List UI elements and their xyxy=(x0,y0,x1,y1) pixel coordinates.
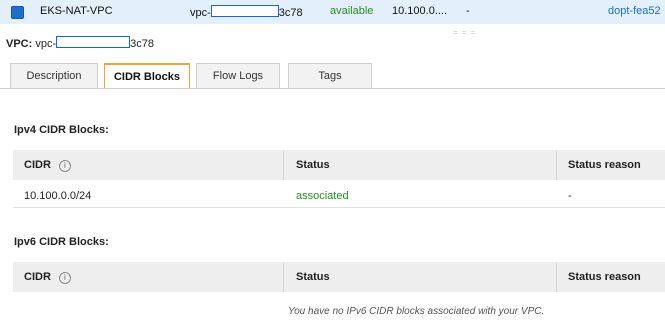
detail-vpc-label: VPC: xyxy=(6,38,33,50)
vpc-id-prefix: vpc- xyxy=(190,7,211,19)
ipv6-col-status: Status xyxy=(296,271,330,283)
row-select-checkbox[interactable] xyxy=(11,6,24,19)
tab-tags[interactable]: Tags xyxy=(288,63,372,88)
vpc-ipv4-cidr: 10.100.0.... xyxy=(392,5,448,17)
ipv4-table-header: CIDR i Status Status reason xyxy=(13,150,665,180)
info-icon[interactable]: i xyxy=(58,272,71,284)
ipv4-col-cidr: CIDR i xyxy=(24,159,71,172)
vpc-id: vpc- 3c78 xyxy=(190,5,303,19)
detail-vpc-id-prefix: vpc- xyxy=(35,38,57,50)
tab-divider xyxy=(0,88,665,89)
ipv6-col-cidr: CIDR i xyxy=(24,271,71,284)
column-divider xyxy=(283,262,284,292)
ipv4-cidr-value: 10.100.0.0/24 xyxy=(24,190,92,202)
detail-redaction-box xyxy=(56,36,131,48)
info-icon[interactable]: i xyxy=(58,160,71,172)
tab-flow-logs[interactable]: Flow Logs xyxy=(196,63,280,88)
detail-vpc-id-suffix: 3c78 xyxy=(130,38,154,50)
vpc-ipv6-cidr: - xyxy=(466,5,470,17)
column-divider xyxy=(556,262,557,292)
ipv6-table-header: CIDR i Status Status reason xyxy=(13,262,665,292)
ipv6-empty-message: You have no IPv6 CIDR blocks associated … xyxy=(288,306,545,317)
ipv4-col-status-reason: Status reason xyxy=(568,159,641,171)
vpc-list-row-selected[interactable]: EKS-NAT-VPC vpc- 3c78 available 10.100.0.… xyxy=(0,0,665,24)
ipv6-section-title: Ipv6 CIDR Blocks: xyxy=(14,236,109,248)
vpc-id-suffix: 3c78 xyxy=(278,7,303,19)
ipv6-col-cidr-label: CIDR xyxy=(24,271,51,283)
column-divider xyxy=(556,150,557,180)
tab-description[interactable]: Description xyxy=(10,63,98,88)
vpc-name: EKS-NAT-VPC xyxy=(40,5,113,17)
column-divider xyxy=(283,150,284,180)
ipv4-col-status: Status xyxy=(296,159,330,171)
ipv4-section-title: Ipv4 CIDR Blocks: xyxy=(14,124,109,136)
redaction-box xyxy=(210,5,279,17)
dhcp-options-link[interactable]: dopt-fea52 xyxy=(608,5,661,17)
resize-grip-icon[interactable]: = = = xyxy=(453,28,476,37)
ipv4-status-value: associated xyxy=(296,190,349,202)
row-divider xyxy=(13,207,665,208)
detail-vpc-header: VPC: vpc- 3c78 xyxy=(6,36,154,50)
ipv4-col-cidr-label: CIDR xyxy=(24,159,51,171)
ipv4-reason-value: - xyxy=(568,190,572,202)
vpc-state: available xyxy=(330,5,374,17)
ipv6-col-status-reason: Status reason xyxy=(568,271,641,283)
tab-cidr-blocks[interactable]: CIDR Blocks xyxy=(104,63,190,89)
